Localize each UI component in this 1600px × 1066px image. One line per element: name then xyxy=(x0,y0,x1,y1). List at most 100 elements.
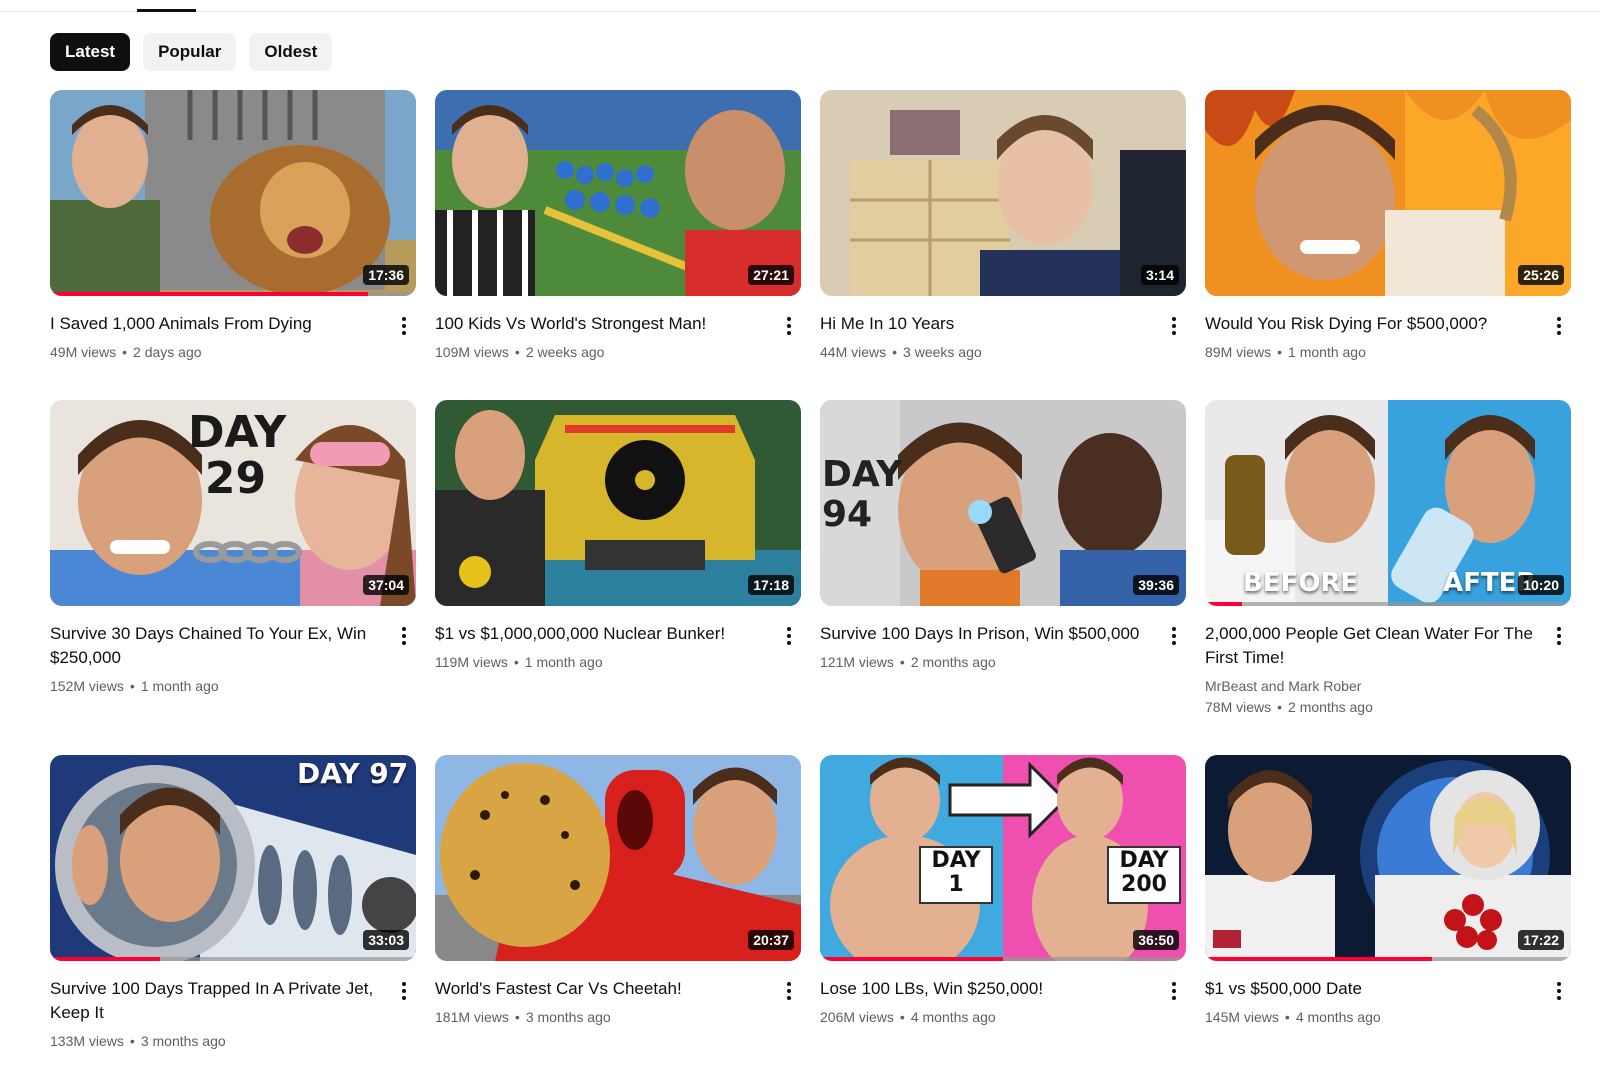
sort-filter-chips: Latest Popular Oldest xyxy=(50,33,333,71)
view-count: 89M views xyxy=(1205,344,1272,360)
more-options-icon[interactable] xyxy=(1547,312,1571,340)
view-count: 152M views xyxy=(50,678,124,694)
view-count: 78M views xyxy=(1205,699,1272,715)
video-thumbnail[interactable]: 3:14 xyxy=(820,90,1186,296)
thumbnail-image xyxy=(435,400,801,606)
watch-progress-fill xyxy=(50,957,160,961)
video-card: 17:18 $1 vs $1,000,000,000 Nuclear Bunke… xyxy=(435,400,801,755)
thumbnail-caption: DAY 97 xyxy=(297,757,409,790)
header-divider xyxy=(0,11,1600,12)
watch-progress xyxy=(820,957,1186,961)
duration-badge: 17:22 xyxy=(1518,930,1564,950)
more-options-icon[interactable] xyxy=(777,312,801,340)
view-count: 119M views xyxy=(435,654,508,670)
video-thumbnail[interactable]: DAY 29 37:04 xyxy=(50,400,416,606)
video-thumbnail[interactable]: BEFORE AFTER 10:20 xyxy=(1205,400,1571,606)
video-title[interactable]: Would You Risk Dying For $500,000? xyxy=(1205,312,1537,336)
watch-progress-fill xyxy=(1205,602,1242,606)
thumbnail-image xyxy=(820,90,1186,296)
video-thumbnail[interactable]: 17:18 xyxy=(435,400,801,606)
video-card: 17:36 I Saved 1,000 Animals From Dying 4… xyxy=(50,90,416,400)
duration-badge: 10:20 xyxy=(1518,575,1564,595)
video-card: DAY 97 33:03 Survive 100 Days Trapped In… xyxy=(50,755,416,1055)
upload-age: 1 month ago xyxy=(1288,344,1366,360)
video-thumbnail[interactable]: DAY 1 DAY 200 36:50 xyxy=(820,755,1186,961)
watch-progress xyxy=(50,292,416,296)
video-card: 17:22 $1 vs $500,000 Date 145M views • 4 m… xyxy=(1205,755,1571,1055)
video-stats: 78M views • 2 months ago xyxy=(1205,699,1373,715)
video-title[interactable]: 2,000,000 People Get Clean Water For The… xyxy=(1205,622,1537,670)
video-title[interactable]: World's Fastest Car Vs Cheetah! xyxy=(435,977,767,1001)
video-thumbnail[interactable]: DAY 94 39:36 xyxy=(820,400,1186,606)
watch-progress xyxy=(1205,957,1571,961)
video-thumbnail[interactable]: 20:37 xyxy=(435,755,801,961)
thumbnail-caption: BEFORE xyxy=(1243,568,1359,598)
video-card: 25:26 Would You Risk Dying For $500,000?… xyxy=(1205,90,1571,400)
view-count: 133M views xyxy=(50,1033,124,1049)
watch-progress-fill xyxy=(1205,957,1432,961)
video-stats: 44M views • 3 weeks ago xyxy=(820,344,982,360)
watch-progress-fill xyxy=(820,957,1003,961)
video-title[interactable]: 100 Kids Vs World's Strongest Man! xyxy=(435,312,767,336)
video-thumbnail[interactable]: 27:21 xyxy=(435,90,801,296)
chip-oldest[interactable]: Oldest xyxy=(249,33,333,71)
more-options-icon[interactable] xyxy=(392,312,416,340)
video-grid: 17:36 I Saved 1,000 Animals From Dying 4… xyxy=(50,90,1571,1055)
duration-badge: 36:50 xyxy=(1133,930,1179,950)
more-options-icon[interactable] xyxy=(392,977,416,1005)
video-stats: 133M views • 3 months ago xyxy=(50,1033,226,1049)
duration-badge: 17:18 xyxy=(748,575,794,595)
video-title[interactable]: Hi Me In 10 Years xyxy=(820,312,1152,336)
video-title[interactable]: Survive 30 Days Chained To Your Ex, Win … xyxy=(50,622,382,670)
video-card: 27:21 100 Kids Vs World's Strongest Man!… xyxy=(435,90,801,400)
video-stats: 206M views • 4 months ago xyxy=(820,1009,996,1025)
video-thumbnail[interactable]: 17:36 xyxy=(50,90,416,296)
more-options-icon[interactable] xyxy=(1547,977,1571,1005)
thumbnail-caption: DAY 94 xyxy=(822,454,903,535)
more-options-icon[interactable] xyxy=(777,622,801,650)
view-count: 206M views xyxy=(820,1009,894,1025)
upload-age: 2 days ago xyxy=(133,344,202,360)
more-options-icon[interactable] xyxy=(1547,622,1571,650)
view-count: 181M views xyxy=(435,1009,509,1025)
watch-progress-fill xyxy=(50,292,369,296)
more-options-icon[interactable] xyxy=(1162,622,1186,650)
thumbnail-caption: DAY 29 xyxy=(188,407,287,504)
view-count: 145M views xyxy=(1205,1009,1279,1025)
video-thumbnail[interactable]: DAY 97 33:03 xyxy=(50,755,416,961)
video-card: BEFORE AFTER 10:20 2,000,000 People Get … xyxy=(1205,400,1571,755)
upload-age: 1 month ago xyxy=(524,654,603,670)
upload-age: 2 months ago xyxy=(910,654,996,670)
chip-latest[interactable]: Latest xyxy=(50,33,131,71)
active-tab-indicator xyxy=(137,9,196,12)
duration-badge: 25:26 xyxy=(1518,265,1564,285)
video-title[interactable]: Survive 100 Days In Prison, Win $500,000 xyxy=(820,622,1152,646)
view-count: 109M views xyxy=(435,344,509,360)
thumbnail-image xyxy=(1205,90,1571,296)
duration-badge: 33:03 xyxy=(363,930,409,950)
chip-popular[interactable]: Popular xyxy=(143,33,237,71)
duration-badge: 20:37 xyxy=(748,930,794,950)
upload-age: 2 months ago xyxy=(1288,699,1373,715)
duration-badge: 17:36 xyxy=(363,265,409,285)
more-options-icon[interactable] xyxy=(392,622,416,650)
upload-age: 2 weeks ago xyxy=(525,344,605,360)
video-title[interactable]: Survive 100 Days Trapped In A Private Je… xyxy=(50,977,382,1025)
video-title[interactable]: $1 vs $1,000,000,000 Nuclear Bunker! xyxy=(435,622,767,646)
more-options-icon[interactable] xyxy=(777,977,801,1005)
video-stats: 109M views • 2 weeks ago xyxy=(435,344,605,360)
video-thumbnail[interactable]: 25:26 xyxy=(1205,90,1571,296)
video-title[interactable]: I Saved 1,000 Animals From Dying xyxy=(50,312,382,336)
upload-age: 3 weeks ago xyxy=(903,344,982,360)
video-stats: 152M views • 1 month ago xyxy=(50,678,219,694)
video-stats: 119M views • 1 month ago xyxy=(435,654,603,670)
video-thumbnail[interactable]: 17:22 xyxy=(1205,755,1571,961)
view-count: 49M views xyxy=(50,344,117,360)
more-options-icon[interactable] xyxy=(1162,977,1186,1005)
more-options-icon[interactable] xyxy=(1162,312,1186,340)
video-title[interactable]: $1 vs $500,000 Date xyxy=(1205,977,1537,1001)
video-card: 3:14 Hi Me In 10 Years 44M views • 3 weeks… xyxy=(820,90,1186,400)
channel-names[interactable]: MrBeast and Mark Rober xyxy=(1205,676,1537,696)
upload-age: 4 months ago xyxy=(910,1009,996,1025)
video-title[interactable]: Lose 100 LBs, Win $250,000! xyxy=(820,977,1152,1001)
